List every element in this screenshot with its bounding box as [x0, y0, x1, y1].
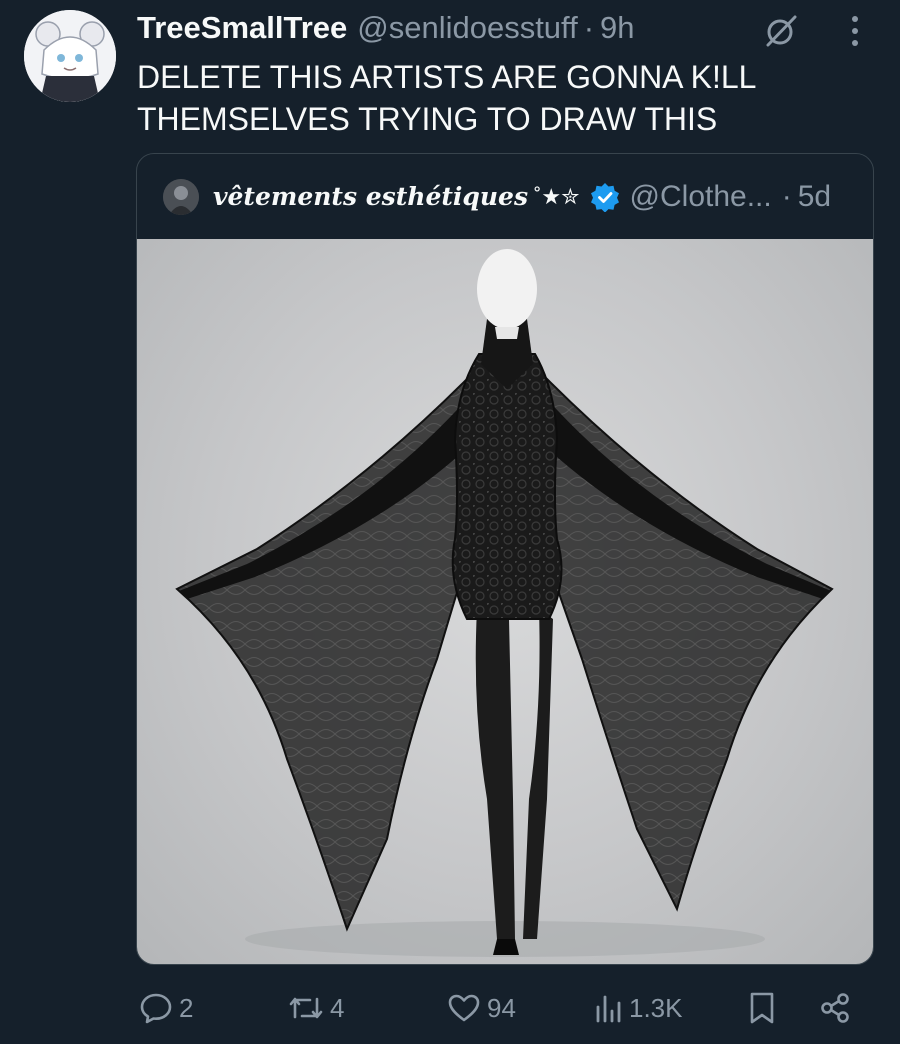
reply-button[interactable]: 2 [139, 980, 193, 1036]
bookmark-button[interactable] [746, 980, 778, 1036]
like-icon [448, 994, 480, 1022]
gothic-lace-dress-illustration [175, 249, 834, 957]
view-count: 1.3K [629, 992, 683, 1023]
avatar-illustration [24, 10, 116, 102]
quoted-media-image[interactable] [137, 239, 873, 964]
quoted-name-decoration: ˚★✮ [534, 183, 580, 209]
grok-icon[interactable] [764, 14, 798, 48]
tweet-timestamp[interactable]: 9h [600, 10, 634, 46]
like-button[interactable]: 94 [447, 980, 516, 1036]
quoted-tweet-timestamp: 5d [797, 179, 832, 213]
header-separator: · [583, 10, 595, 45]
quoted-avatar-illustration [163, 178, 199, 215]
author-avatar[interactable] [24, 10, 116, 102]
reply-count: 2 [179, 992, 194, 1023]
tweet-text: DELETE THIS ARTISTS ARE GONNA K!LL THEMS… [137, 56, 857, 140]
author-handle[interactable]: @senlidoesstuff [357, 10, 577, 46]
repost-icon [289, 997, 323, 1019]
views-icon [596, 995, 621, 1023]
author-display-name[interactable]: TreeSmallTree [137, 10, 347, 46]
reply-icon [140, 993, 172, 1024]
share-button[interactable] [818, 980, 852, 1036]
repost-button[interactable]: 4 [288, 980, 344, 1036]
verified-badge-icon [590, 182, 619, 212]
tweet-action-bar: 2 4 94 1.3K [0, 980, 900, 1036]
quoted-author-avatar [163, 178, 199, 215]
quoted-author-name: vêtements esthétiques [213, 182, 529, 211]
quoted-author-handle: @Clothe... [629, 179, 772, 213]
repost-count: 4 [330, 992, 345, 1023]
quoted-tweet-header: vêtements esthétiques ˚★✮ @Clothe... · 5… [137, 154, 873, 239]
like-count: 94 [487, 992, 516, 1023]
quoted-header-separator: · [781, 179, 792, 213]
tweet-text-line-2: THEMSELVES TRYING TO DRAW THIS [137, 101, 718, 137]
views-button[interactable]: 1.3K [593, 980, 683, 1036]
share-icon [821, 993, 849, 1023]
bookmark-icon [750, 992, 774, 1024]
tweet-text-line-1: DELETE THIS ARTISTS ARE GONNA K!LL [137, 59, 757, 95]
quoted-tweet[interactable]: vêtements esthétiques ˚★✮ @Clothe... · 5… [136, 153, 874, 965]
more-options-icon[interactable] [844, 12, 866, 50]
